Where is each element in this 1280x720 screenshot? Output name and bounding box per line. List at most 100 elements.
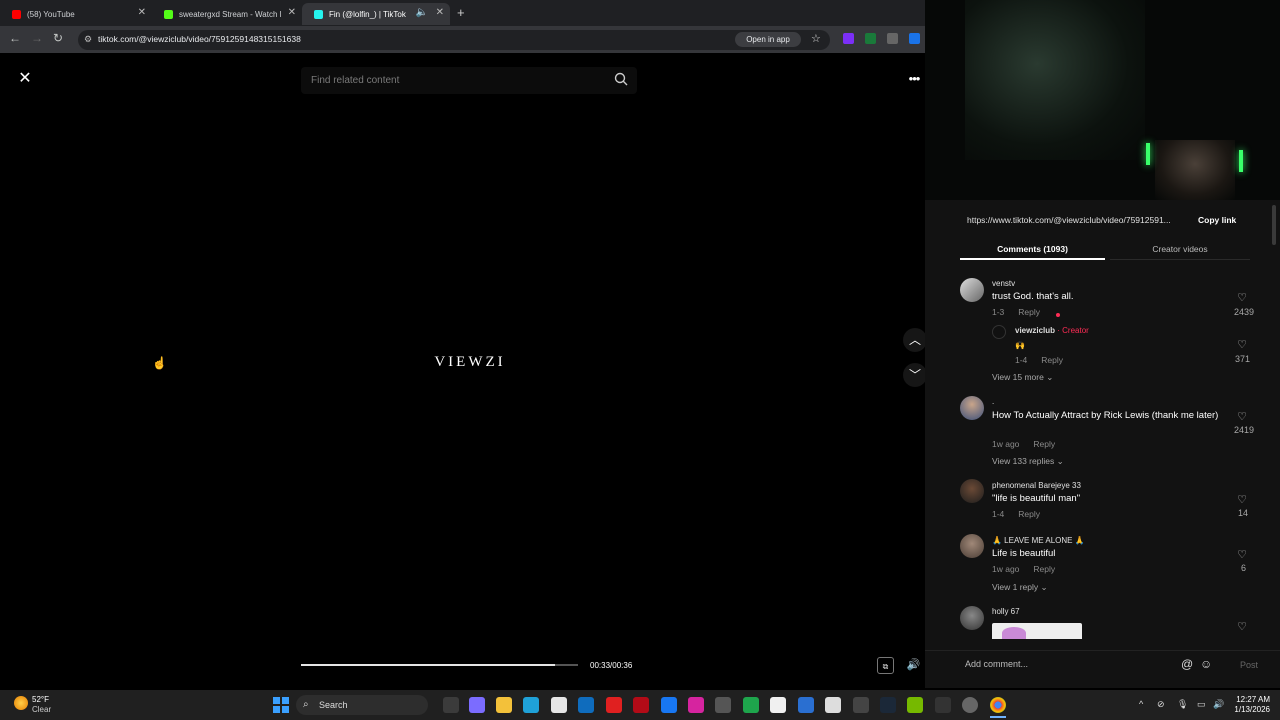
emoji-icon[interactable]: ☺ [1200, 657, 1212, 671]
comment-username[interactable]: . [992, 397, 994, 406]
mail-icon[interactable] [578, 697, 594, 713]
app-icon[interactable] [715, 697, 731, 713]
like-icon[interactable]: ♡ [1232, 410, 1252, 423]
weather-icon[interactable] [14, 696, 28, 710]
avatar[interactable] [960, 278, 984, 302]
epic-games-icon[interactable] [935, 697, 951, 713]
clock-time[interactable]: 12:27 AM [1234, 695, 1270, 704]
previous-video-button[interactable]: ︿ [903, 328, 927, 352]
view-more-replies[interactable]: View 15 more ⌄ [992, 372, 1053, 383]
instagram-icon[interactable] [688, 697, 704, 713]
next-video-button[interactable]: ﹀ [903, 363, 927, 387]
browser-tab-youtube[interactable]: (58) YouTube ✕ [0, 3, 152, 25]
extension-icon[interactable] [887, 33, 898, 44]
network-off-icon[interactable]: ⊘ [1157, 699, 1165, 710]
avatar[interactable] [960, 396, 984, 420]
close-tab-icon[interactable]: ✕ [138, 7, 146, 18]
avatar[interactable] [960, 534, 984, 558]
extension-icon[interactable] [909, 33, 920, 44]
reply-button[interactable]: Reply [1033, 564, 1055, 574]
comment-date: 1-3 [992, 307, 1005, 317]
browser-tab-tiktok[interactable]: Fin (@lolfin_) | TikTok 🔈 ✕ [302, 3, 450, 25]
copilot-icon[interactable] [469, 697, 485, 713]
picture-in-picture-icon[interactable]: ⧉ [877, 657, 894, 674]
video-logo-text: VIEWZI [434, 354, 506, 370]
mention-icon[interactable]: @ [1181, 657, 1193, 671]
bookmark-star-icon[interactable]: ☆ [811, 32, 821, 45]
reload-icon[interactable]: ↻ [53, 31, 63, 45]
url-text[interactable]: tiktok.com/@viewziclub/video/75912591483… [98, 34, 301, 44]
speaker-icon[interactable]: 🔈 [416, 7, 428, 18]
comment-image[interactable] [992, 623, 1082, 639]
amazon-icon[interactable] [770, 697, 786, 713]
reply-button[interactable]: Reply [1041, 355, 1063, 365]
volume-icon[interactable]: 🔊 [905, 657, 922, 674]
close-tab-icon[interactable]: ✕ [436, 7, 444, 18]
taskbar-search[interactable] [296, 695, 428, 715]
comment-username[interactable]: venstv [992, 279, 1015, 288]
scrollbar[interactable] [1272, 205, 1276, 245]
edge-icon[interactable] [523, 697, 539, 713]
close-icon[interactable]: ✕ [14, 68, 36, 90]
store-icon[interactable] [551, 697, 567, 713]
tiktok-icon [314, 9, 323, 19]
app-icon[interactable] [962, 697, 978, 713]
app-icon[interactable] [825, 697, 841, 713]
app-icon[interactable] [798, 697, 814, 713]
hulu-icon[interactable] [743, 697, 759, 713]
like-icon[interactable]: ♡ [1232, 338, 1252, 351]
like-icon[interactable]: ♡ [1232, 493, 1252, 506]
tray-overflow-icon[interactable]: ^ [1139, 699, 1143, 709]
reply-date: 1-4 [1015, 355, 1028, 365]
tab-comments[interactable]: Comments (1093) [960, 240, 1105, 260]
avatar[interactable] [960, 606, 984, 630]
browser-tab-kick[interactable]: sweatergxd Stream - Watch Li... ✕ [152, 3, 302, 25]
file-explorer-icon[interactable] [496, 697, 512, 713]
tab-creator-videos[interactable]: Creator videos [1110, 240, 1250, 260]
more-options-icon[interactable]: ••• [901, 68, 927, 90]
video-time: 00:33/00:36 [590, 661, 633, 670]
comment-username[interactable]: holly 67 [992, 607, 1020, 616]
display-icon[interactable]: ▭ [1197, 699, 1206, 710]
avatar[interactable] [992, 325, 1006, 339]
windows-start-icon[interactable] [273, 697, 289, 713]
view-more-replies[interactable]: View 133 replies ⌄ [992, 456, 1064, 467]
extension-icon[interactable] [865, 33, 876, 44]
add-comment-input[interactable]: Add comment... [965, 659, 1028, 669]
like-icon[interactable]: ♡ [1232, 548, 1252, 561]
facebook-icon[interactable] [661, 697, 677, 713]
like-icon[interactable]: ♡ [1232, 291, 1252, 304]
reply-button[interactable]: Reply [1018, 509, 1040, 519]
back-icon[interactable]: ← [9, 31, 21, 45]
youtube-app-icon[interactable] [606, 697, 622, 713]
view-more-replies[interactable]: View 1 reply ⌄ [992, 582, 1048, 593]
site-info-icon[interactable]: ⚙ [84, 34, 92, 45]
mouse-cursor-icon: ☝ [152, 356, 167, 370]
steam-icon[interactable] [880, 697, 896, 713]
comment-username[interactable]: phenomenal Barejeye 33 [992, 481, 1081, 490]
microphone-icon[interactable]: 🎙 [1177, 699, 1188, 710]
extension-icon[interactable] [843, 33, 854, 44]
avatar[interactable] [960, 479, 984, 503]
like-icon[interactable]: ♡ [1232, 620, 1252, 633]
headset-light [1239, 150, 1243, 172]
creator-liked-dot [1056, 313, 1060, 317]
forward-icon[interactable]: → [31, 31, 43, 45]
nvidia-icon[interactable] [907, 697, 923, 713]
speaker-tray-icon[interactable]: 🔊 [1213, 699, 1224, 710]
app-icon[interactable] [853, 697, 869, 713]
reply-button[interactable]: Reply [1018, 307, 1040, 317]
task-view-icon[interactable] [443, 697, 459, 713]
new-tab-button[interactable]: + [457, 5, 465, 20]
comment-username[interactable]: 🙏 LEAVE ME ALONE 🙏 [992, 536, 1085, 545]
close-tab-icon[interactable]: ✕ [288, 7, 296, 18]
chrome-icon[interactable] [990, 697, 1006, 713]
netflix-icon[interactable] [633, 697, 649, 713]
copy-link-button[interactable]: Copy link [1198, 215, 1236, 225]
search-icon[interactable] [614, 72, 628, 86]
open-in-app-button[interactable]: Open in app [735, 32, 801, 47]
reply-button[interactable]: Reply [1033, 439, 1055, 449]
clock-date[interactable]: 1/13/2026 [1226, 705, 1270, 714]
reply-username[interactable]: viewziclub · Creator [1015, 326, 1089, 335]
post-button[interactable]: Post [1240, 660, 1258, 670]
